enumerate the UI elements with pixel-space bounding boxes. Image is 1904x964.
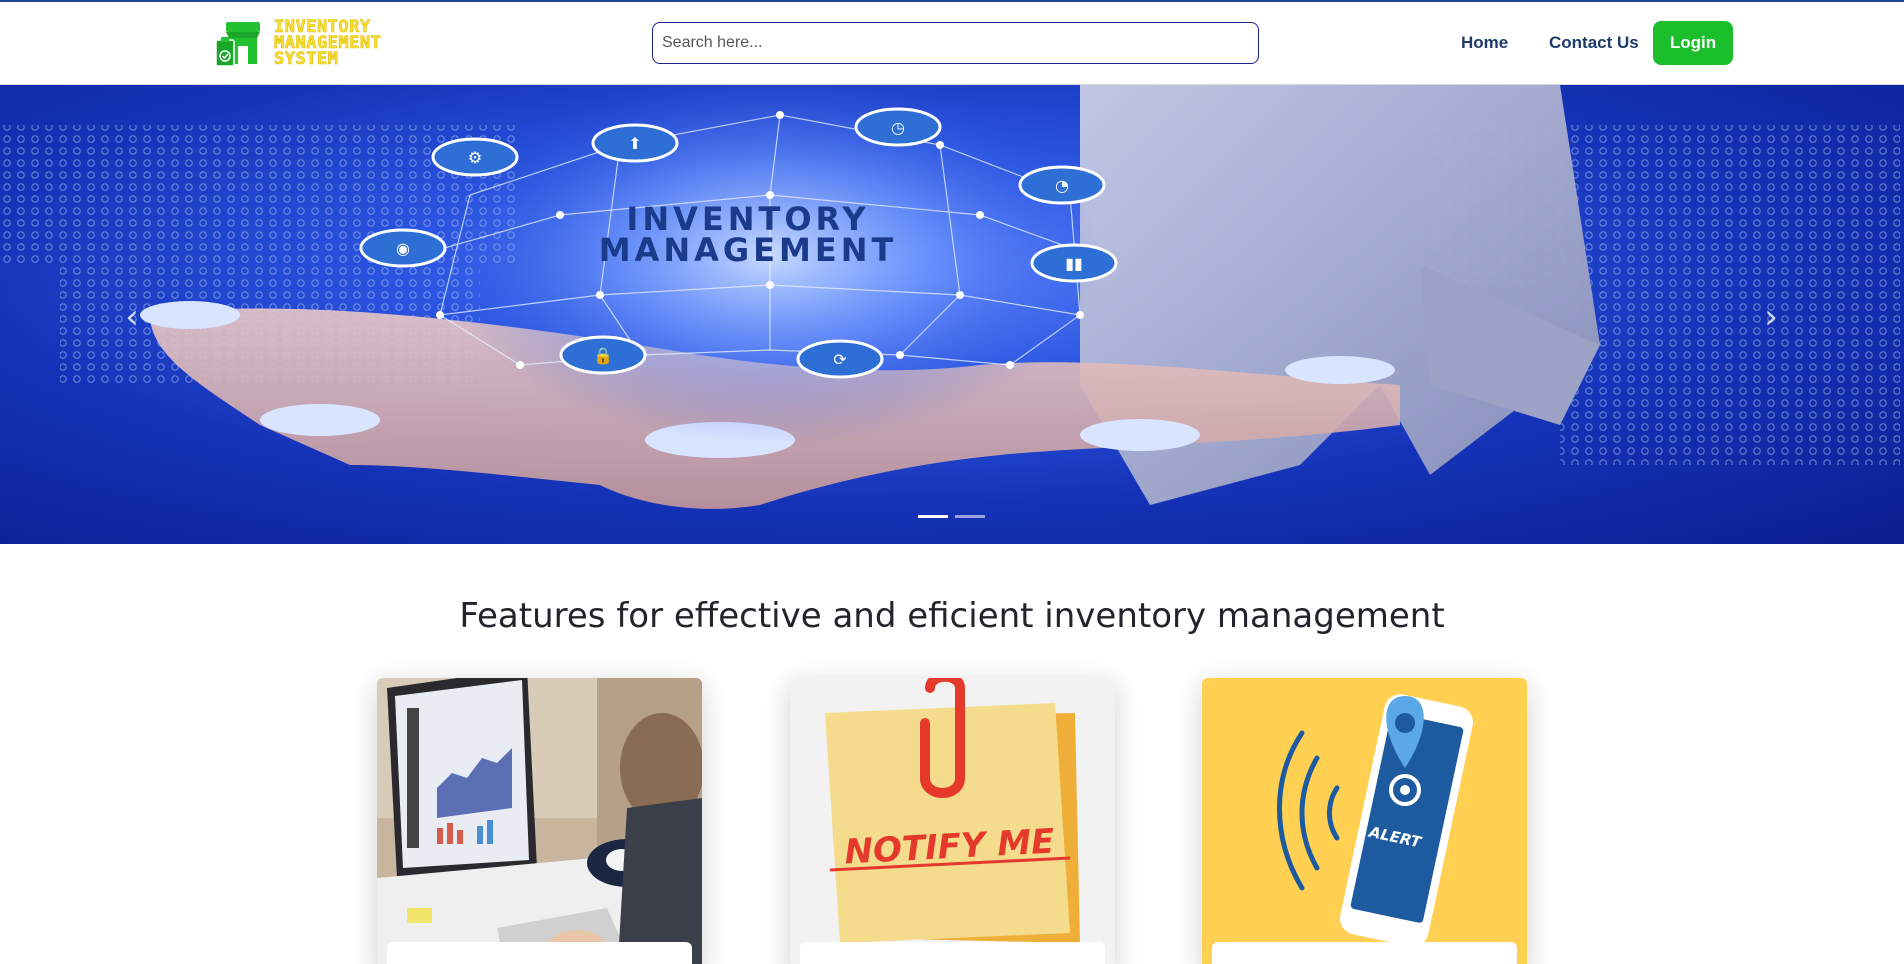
features-title: Features for effective and eficient inve…	[459, 596, 1445, 636]
svg-text:◷: ◷	[891, 118, 905, 137]
feature-card-alert[interactable]: ALERT	[1202, 678, 1527, 964]
feature-card-analytics[interactable]	[377, 678, 702, 964]
hero-image: ⚙ ⬆ ◷ ◔ ◉ ▮▮ 🔒 ⟳ INVENTORY MANAGEMENT	[0, 85, 1900, 509]
logo-line-3: SYSTEM	[274, 49, 339, 69]
svg-text:▮▮: ▮▮	[1065, 254, 1083, 273]
svg-text:⟳: ⟳	[833, 350, 847, 369]
search-input[interactable]	[652, 22, 1259, 64]
navbar: INVENTORY MANAGEMENT SYSTEM Home Contact…	[0, 2, 1904, 85]
notify-me-note-image: NOTIFY ME	[790, 678, 1115, 964]
svg-text:◉: ◉	[396, 239, 410, 258]
nav-home-link[interactable]: Home	[1461, 33, 1508, 53]
svg-text:🔒: 🔒	[593, 346, 613, 365]
carousel-indicator-1[interactable]	[918, 515, 948, 518]
chevron-right-icon: ›	[1764, 297, 1778, 337]
feature-card-notify[interactable]: NOTIFY ME	[790, 678, 1115, 964]
store-clipboard-icon	[215, 22, 260, 67]
svg-text:◔: ◔	[1055, 176, 1069, 195]
hero-carousel: ⚙ ⬆ ◷ ◔ ◉ ▮▮ 🔒 ⟳ INVENTORY MANAGEMENT ‹ …	[0, 85, 1904, 544]
nav-contact-link[interactable]: Contact Us	[1549, 33, 1639, 53]
card-body	[387, 942, 692, 964]
hero-text-line-2: MANAGEMENT	[599, 231, 898, 269]
card-body	[800, 942, 1105, 964]
phone-alert-image: ALERT	[1202, 678, 1527, 964]
logo-text: INVENTORY MANAGEMENT SYSTEM	[274, 18, 434, 69]
carousel-indicator-2[interactable]	[955, 515, 985, 518]
chevron-left-icon: ‹	[125, 297, 139, 337]
svg-text:⬆: ⬆	[628, 134, 641, 153]
login-button[interactable]: Login	[1653, 21, 1733, 65]
carousel-prev-button[interactable]: ‹	[112, 297, 152, 337]
logo[interactable]: INVENTORY MANAGEMENT SYSTEM	[214, 16, 426, 72]
svg-text:⚙: ⚙	[468, 148, 482, 167]
carousel-next-button[interactable]: ›	[1751, 297, 1791, 337]
card-body	[1212, 942, 1517, 964]
analytics-desk-image	[377, 678, 702, 964]
